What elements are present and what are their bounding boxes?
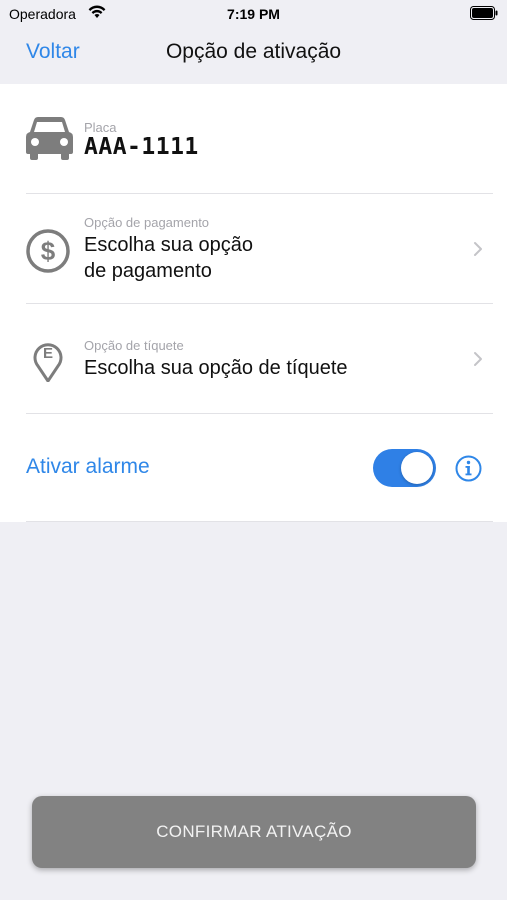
- ticket-value: Escolha sua opção de tíquete: [84, 357, 348, 379]
- activation-options-card: Placa AAA-1111 $ Opção de pagamento Esco…: [0, 84, 507, 522]
- navigation-bar: Opção de ativação Voltar: [0, 28, 507, 84]
- payment-value-line1: Escolha sua opção: [84, 234, 254, 256]
- payment-value: Escolha sua opção de pagamento: [84, 232, 253, 284]
- payment-value-line2: de pagamento: [84, 260, 212, 282]
- chevron-right-icon: [474, 352, 482, 366]
- dollar-icon: $: [26, 229, 70, 273]
- toggle-knob: [401, 452, 433, 484]
- divider: [26, 413, 493, 414]
- payment-option-row[interactable]: $ Opção de pagamento Escolha sua opção d…: [0, 194, 507, 304]
- car-icon: [26, 117, 73, 160]
- status-time: 7:19 PM: [227, 6, 280, 22]
- plate-label: Placa: [84, 120, 117, 135]
- chevron-right-icon: [474, 242, 482, 256]
- alarm-toggle[interactable]: [373, 449, 436, 487]
- plate-row: Placa AAA-1111: [0, 84, 507, 194]
- svg-text:E: E: [43, 345, 53, 362]
- battery-full-icon: [470, 6, 498, 20]
- status-bar: Operadora 7:19 PM: [0, 0, 507, 28]
- back-button[interactable]: Voltar: [26, 40, 80, 64]
- payment-label: Opção de pagamento: [84, 215, 210, 230]
- info-icon[interactable]: [455, 455, 482, 482]
- confirm-activation-button[interactable]: CONFIRMAR ATIVAÇÃO: [32, 796, 476, 868]
- plate-value: AAA-1111: [84, 134, 199, 160]
- divider: [26, 521, 493, 522]
- ticket-label: Opção de tíquete: [84, 338, 184, 353]
- svg-text:$: $: [41, 236, 56, 266]
- parking-ticket-icon: E: [33, 343, 63, 382]
- alarm-label: Ativar alarme: [26, 455, 150, 478]
- ticket-option-row[interactable]: E Opção de tíquete Escolha sua opção de …: [0, 304, 507, 414]
